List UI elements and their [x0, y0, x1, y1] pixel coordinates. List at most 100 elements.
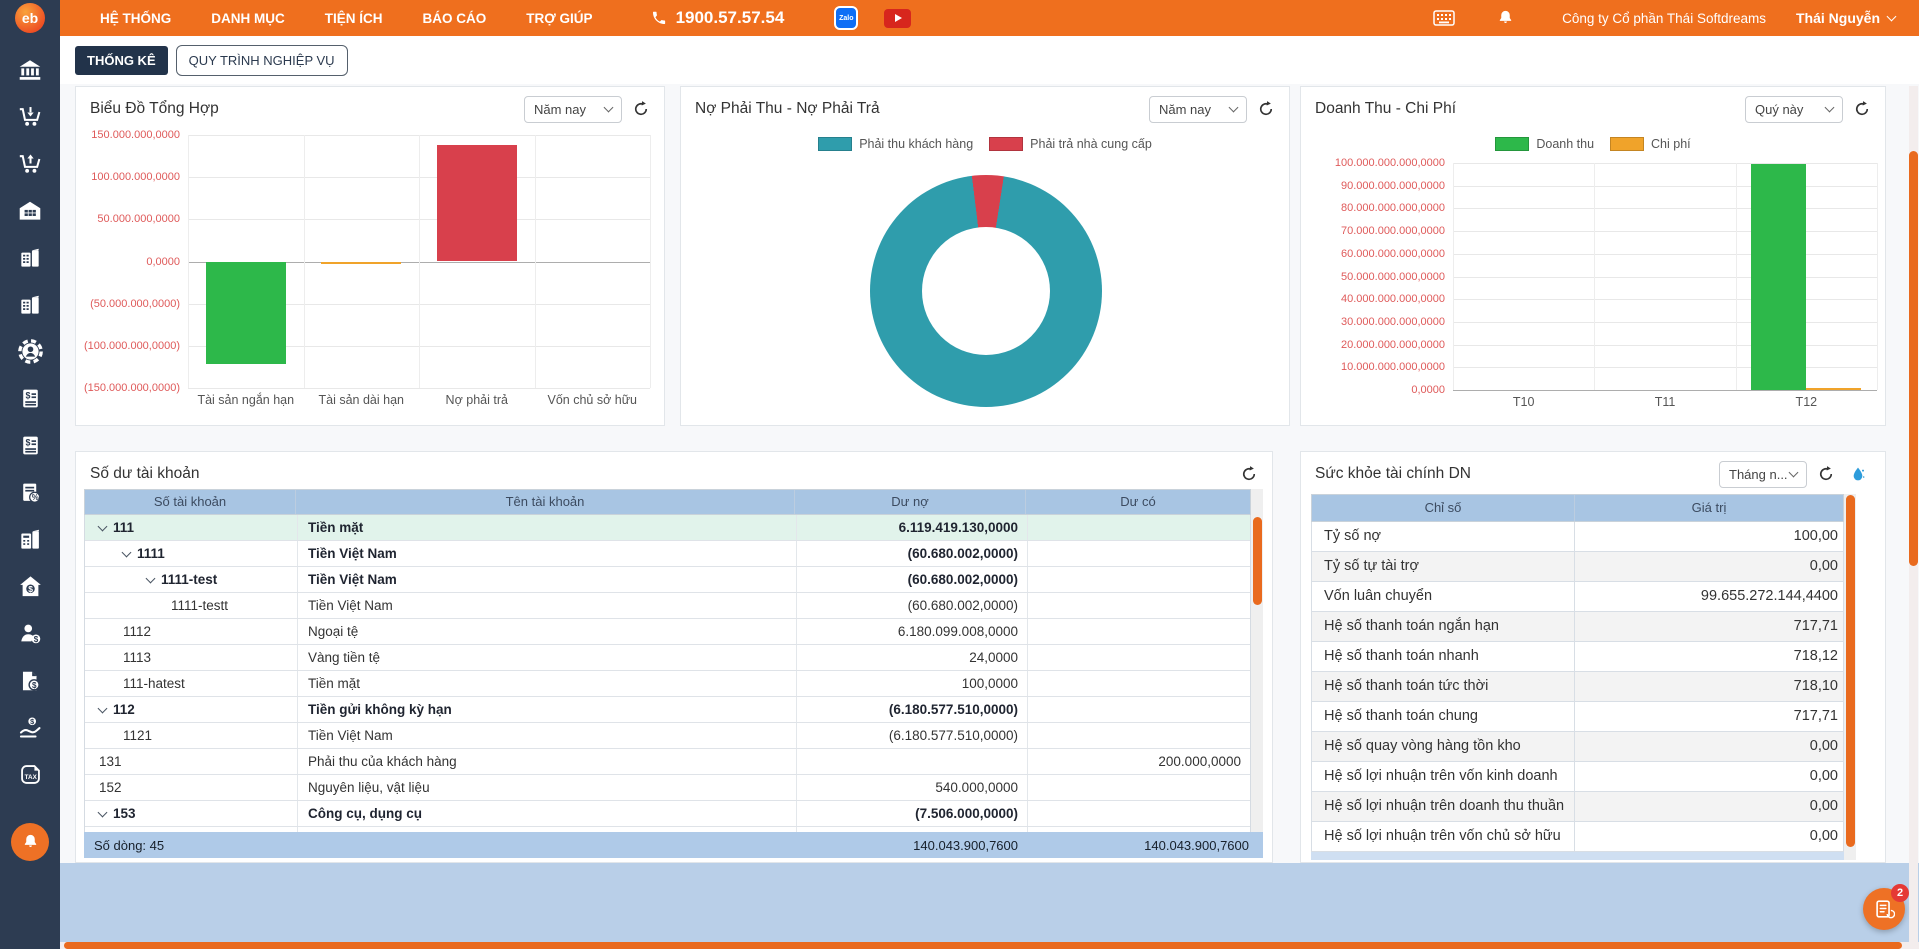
zalo-icon[interactable]: Zalo: [834, 6, 858, 30]
contract-money-icon[interactable]: $: [0, 657, 60, 704]
play-icon: [895, 14, 902, 22]
logo-block[interactable]: eb: [0, 0, 60, 36]
table-row[interactable]: 1111-testTiền Việt Nam(60.680.002,0000): [85, 567, 1250, 593]
metric-value-cell: 0,00: [1575, 762, 1843, 791]
y-tick: (100.000.000,0000): [84, 340, 180, 352]
svg-text:TAX: TAX: [24, 774, 37, 781]
table-row[interactable]: 1112Ngoại tệ6.180.099.008,0000: [85, 619, 1250, 645]
warehouse-icon[interactable]: [0, 187, 60, 234]
app-logo: eb: [15, 3, 45, 33]
sales-cart-icon[interactable]: [0, 140, 60, 187]
account-cell: 152: [85, 775, 298, 800]
tab-thong-ke[interactable]: THỐNG KÊ: [75, 46, 168, 75]
period-dropdown[interactable]: Năm nay: [524, 96, 622, 123]
bar-Tài sản dài hạn: [321, 262, 401, 264]
table-row[interactable]: Hệ số thanh toán tức thời718,10: [1312, 672, 1843, 702]
table-row[interactable]: 1111-testtTiền Việt Nam(60.680.002,0000): [85, 593, 1250, 619]
asset-home-icon[interactable]: $: [0, 563, 60, 610]
table-row[interactable]: Tỷ số nợ100,00: [1312, 522, 1843, 552]
table-row[interactable]: Hệ số thanh toán ngắn hạn717,71: [1312, 612, 1843, 642]
period-dropdown[interactable]: Tháng n...: [1719, 461, 1807, 488]
table-row[interactable]: Hệ số thanh toán chung717,71: [1312, 702, 1843, 732]
water-drop-icon[interactable]: [1845, 461, 1871, 487]
quick-note-button[interactable]: 2: [1863, 888, 1905, 930]
scrollbar-thumb[interactable]: [1253, 517, 1262, 605]
table-row[interactable]: Hệ số thanh toán nhanh718,12: [1312, 642, 1843, 672]
metric-value-cell: 0,00: [1575, 552, 1843, 581]
x-tick: Tài sản ngắn hạn: [197, 393, 294, 407]
table-row[interactable]: 152Nguyên liệu, vật liệu540.000,0000: [85, 775, 1250, 801]
account-cell: 111-hatest: [85, 671, 298, 696]
table-row[interactable]: 1121Tiền Việt Nam(6.180.577.510,0000): [85, 723, 1250, 749]
invoice-report-2-icon[interactable]: [0, 281, 60, 328]
table-row[interactable]: 111Tiền mặt6.119.419.130,0000: [85, 515, 1250, 541]
youtube-icon[interactable]: [884, 9, 911, 28]
gridline: [304, 135, 305, 388]
refresh-icon[interactable]: [1853, 100, 1871, 118]
bank-icon[interactable]: [0, 46, 60, 93]
table-row[interactable]: 1113Vàng tiền tệ24,0000: [85, 645, 1250, 671]
refresh-icon[interactable]: [1817, 465, 1835, 483]
table-row[interactable]: Tỷ số tự tài trợ0,00: [1312, 552, 1843, 582]
invoice-report-icon[interactable]: [0, 234, 60, 281]
notification-bell-icon[interactable]: [1497, 9, 1514, 27]
svg-text:$: $: [32, 680, 37, 689]
metric-name-cell: Vốn luân chuyển: [1312, 582, 1575, 611]
refresh-icon[interactable]: [632, 100, 650, 118]
period-dropdown[interactable]: Quý này: [1745, 96, 1843, 123]
nav-item-0[interactable]: HỆ THỐNG: [100, 11, 171, 26]
nav-item-3[interactable]: BÁO CÁO: [423, 11, 487, 26]
debit-cell: (60.680.002,0000): [797, 541, 1028, 566]
legend-label: Doanh thu: [1536, 137, 1594, 151]
tax-percent-icon[interactable]: %: [0, 469, 60, 516]
sidebar-notification-button[interactable]: [11, 823, 49, 861]
metric-name-cell: Hệ số lợi nhuận trên vốn kinh doanh: [1312, 762, 1575, 791]
hotline[interactable]: 1900.57.57.54: [651, 8, 785, 28]
table-row[interactable]: Hệ số quay vòng hàng tồn kho0,00: [1312, 732, 1843, 762]
scrollbar-thumb[interactable]: [64, 942, 1902, 949]
table-row[interactable]: Hệ số lợi nhuận trên vốn kinh doanh0,00: [1312, 762, 1843, 792]
calculator-report-icon[interactable]: [0, 516, 60, 563]
column-gia-tri: Giá trị: [1575, 495, 1843, 521]
scrollbar-thumb[interactable]: [1909, 151, 1918, 566]
refresh-icon[interactable]: [1240, 465, 1258, 483]
price-list-icon[interactable]: $: [0, 375, 60, 422]
collapse-caret-icon[interactable]: [122, 547, 132, 557]
table-row[interactable]: 1111Tiền Việt Nam(60.680.002,0000): [85, 541, 1250, 567]
table-row[interactable]: Hệ số lợi nhuận trên doanh thu thuần0,00: [1312, 792, 1843, 822]
debit-cell: (6.180.577.510,0000): [797, 697, 1028, 722]
bar-Doanh thu-T12: [1751, 164, 1806, 390]
purchase-cart-icon[interactable]: [0, 93, 60, 140]
payroll-user-icon[interactable]: $: [0, 610, 60, 657]
debit-cell: (7.506.000,0000): [797, 801, 1028, 826]
keyboard-icon[interactable]: [1433, 10, 1455, 26]
tax-file-icon[interactable]: TAX: [0, 751, 60, 798]
table-row[interactable]: 112Tiền gửi không kỳ hạn(6.180.577.510,0…: [85, 697, 1250, 723]
period-dropdown[interactable]: Năm nay: [1149, 96, 1247, 123]
table-row[interactable]: 131Phải thu của khách hàng200.000,0000: [85, 749, 1250, 775]
nav-item-1[interactable]: DANH MỤC: [211, 11, 285, 26]
refresh-icon[interactable]: [1257, 100, 1275, 118]
nav-item-2[interactable]: TIỆN ÍCH: [325, 11, 383, 26]
account-name-cell: Nguyên liệu, vật liệu: [298, 775, 797, 800]
price-list-2-icon[interactable]: $: [0, 422, 60, 469]
metric-name-cell: Hệ số thanh toán chung: [1312, 702, 1575, 731]
user-settings-icon[interactable]: [0, 328, 60, 375]
nav-item-4[interactable]: TRỢ GIÚP: [526, 11, 592, 26]
user-menu[interactable]: Thái Nguyễn: [1796, 10, 1895, 26]
summary-bar-chart: [188, 135, 650, 388]
table-row[interactable]: Vốn luân chuyển99.655.272.144,4400: [1312, 582, 1843, 612]
vertical-scrollbar: [1909, 86, 1918, 942]
collapse-caret-icon[interactable]: [98, 703, 108, 713]
collapse-caret-icon[interactable]: [98, 807, 108, 817]
y-tick: 50.000.000.000,0000: [1341, 271, 1445, 283]
table-row[interactable]: 153Công cụ, dụng cụ(7.506.000,0000): [85, 801, 1250, 827]
account-name-cell: Ngoại tệ: [298, 619, 797, 644]
scrollbar-thumb[interactable]: [1846, 495, 1855, 847]
table-row[interactable]: Hệ số lợi nhuận trên vốn chủ sở hữu0,00: [1312, 822, 1843, 852]
collapse-caret-icon[interactable]: [98, 521, 108, 531]
collapse-caret-icon[interactable]: [146, 573, 156, 583]
table-row[interactable]: 111-hatestTiền mặt100,0000: [85, 671, 1250, 697]
cash-hand-icon[interactable]: $: [0, 704, 60, 751]
tab-quy-trinh-nghiep-vu[interactable]: QUY TRÌNH NGHIỆP VỤ: [176, 45, 348, 76]
